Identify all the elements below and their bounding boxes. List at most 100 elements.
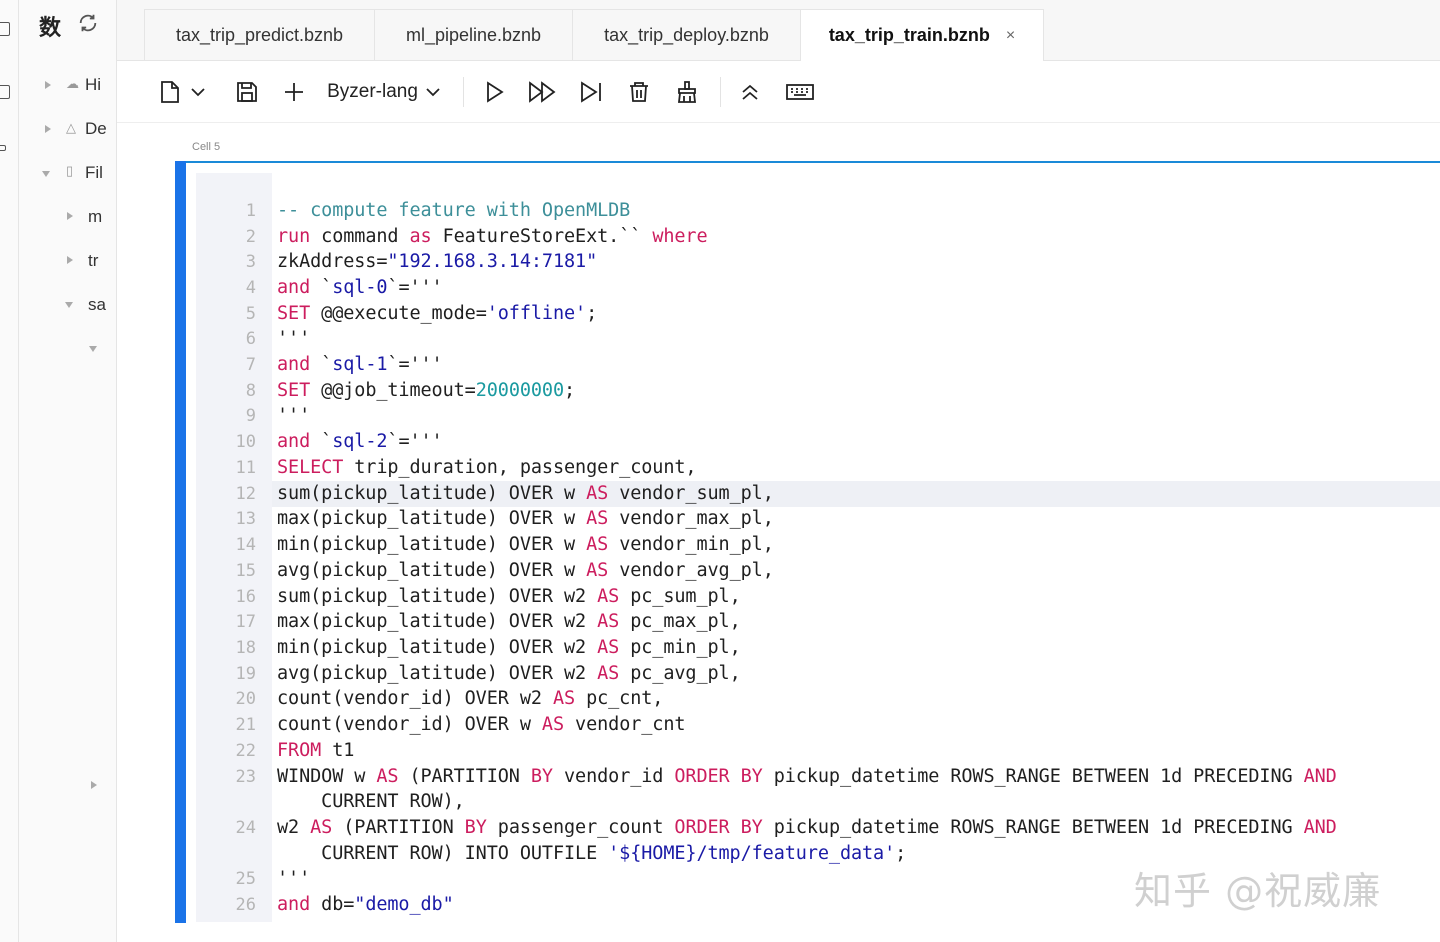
line-number: 26 [235,895,256,915]
chevron-right-icon[interactable] [67,212,73,220]
cell-active-marker[interactable] [175,161,186,923]
delete-cell-button[interactable] [624,77,654,107]
chevron-down-icon[interactable] [89,346,97,352]
line-number: 12 [235,484,256,504]
activity-icon-2[interactable] [0,85,10,99]
run-below-button[interactable] [575,77,609,107]
chevron-right-icon[interactable] [45,125,51,133]
code-text: min(pickup_latitude) OVER w2 [277,637,598,658]
code-keyword: ORDER BY [674,817,763,838]
tree-item-fil[interactable]: Fil [85,163,103,183]
code-keyword: AS [586,508,609,529]
code-text: vendor_min_pl, [608,534,774,555]
chevron-down-icon[interactable] [42,171,50,177]
collapse-button[interactable] [735,77,765,107]
code-line: count(vendor_id) OVER w AS vendor_cnt [277,712,686,738]
code-text: vendor_max_pl, [608,508,774,529]
tab-tax-trip-train[interactable]: tax_trip_train.bznb × [800,9,1044,61]
code-keyword: and [277,431,311,452]
line-number: 7 [245,355,256,375]
code-text: vendor_id [552,766,675,787]
line-number: 17 [235,612,256,632]
broom-icon [677,81,697,103]
tab-tax-trip-deploy[interactable]: tax_trip_deploy.bznb [572,9,801,60]
add-cell-button[interactable] [279,77,309,107]
tab-label: tax_trip_deploy.bznb [604,24,769,45]
code-keyword: and [277,894,311,915]
tree-item-de[interactable]: De [85,119,107,139]
code-keyword: and [277,277,311,298]
code-text: (PARTITION [398,766,531,787]
code-text: @@job_timeout= [310,380,476,401]
chevron-right-icon[interactable] [67,256,73,264]
activity-icon-3[interactable] [0,145,6,151]
code-line: SET @@execute_mode='offline'; [277,301,597,327]
chevron-down-icon[interactable] [65,302,73,308]
code-line: avg(pickup_latitude) OVER w AS vendor_av… [277,558,774,584]
line-number: 5 [245,304,256,324]
code-keyword: SET [277,303,311,324]
tab-label: ml_pipeline.bznb [405,24,542,45]
trash-icon [630,82,648,102]
code-line: and `sql-1`=''' [277,352,443,378]
code-string: "demo_db" [354,894,454,915]
activity-icon-1[interactable] [0,22,10,36]
demo-icon: △ [66,120,76,135]
tree-item-hi[interactable]: Hi [85,75,101,95]
tree-item-sa[interactable]: sa [88,295,106,315]
code-keyword: AS [597,637,620,658]
run-cell-button[interactable] [479,77,509,107]
code-line: SELECT trip_duration, passenger_count, [277,455,697,481]
code-text: db= [310,894,355,915]
code-text: ` [310,431,333,452]
code-line: FROM t1 [277,738,354,764]
keyboard-shortcuts-button[interactable] [782,77,818,107]
tree-item-m[interactable]: m [88,207,102,227]
code-text: max(pickup_latitude) OVER w2 [277,611,598,632]
line-number: 3 [245,252,256,272]
code-line: ''' [277,403,310,429]
code-text: sum(pickup_latitude) OVER w [277,483,587,504]
code-text: ''' [277,405,311,426]
code-text: pc_avg_pl, [619,663,741,684]
line-number: 13 [235,509,256,529]
line-number: 18 [235,638,256,658]
chevron-right-icon[interactable] [45,81,51,89]
keyboard-icon [786,84,814,100]
code-text: ; [586,303,598,324]
chevron-down-icon [191,88,205,97]
line-number: 2 [245,227,256,247]
code-line: w2 AS (PARTITION BY passenger_count ORDE… [277,815,1337,841]
chevron-right-icon[interactable] [91,781,97,789]
close-tab-icon[interactable]: × [1006,27,1015,45]
clear-output-button[interactable] [672,77,702,107]
code-string: "192.168.3.14:7181" [387,251,598,272]
code-text: count(vendor_id) OVER w2 [277,688,553,709]
tree-item-tr[interactable]: tr [88,251,98,271]
double-chevron-up-icon [742,84,758,100]
code-keyword: where [652,226,708,247]
code-text: avg(pickup_latitude) OVER w [277,560,587,581]
refresh-icon[interactable] [77,12,99,34]
tab-ml-pipeline[interactable]: ml_pipeline.bznb [374,9,573,60]
skip-forward-icon [581,81,601,103]
save-button[interactable] [232,77,262,107]
code-keyword: AS [552,688,576,709]
line-number: 25 [235,869,256,889]
code-text: command [310,226,410,247]
save-icon [237,82,257,102]
new-file-dropdown-button[interactable] [157,77,209,107]
language-select[interactable]: Byzer-lang [327,77,442,107]
tab-tax-trip-predict[interactable]: tax_trip_predict.bznb [144,9,375,60]
code-line: max(pickup_latitude) OVER w2 AS pc_max_p… [277,609,741,635]
code-text: `=''' [387,354,443,375]
code-text: passenger_count [486,817,675,838]
code-line: count(vendor_id) OVER w2 AS pc_cnt, [277,686,663,712]
watermark: 知乎 @祝威廉 [1134,869,1382,913]
code-keyword: AS [586,534,609,555]
code-keyword: AS [586,560,609,581]
code-line: max(pickup_latitude) OVER w AS vendor_ma… [277,506,774,532]
run-all-button[interactable] [525,77,559,107]
code-text: ` [310,354,333,375]
code-keyword: SELECT [277,457,344,478]
